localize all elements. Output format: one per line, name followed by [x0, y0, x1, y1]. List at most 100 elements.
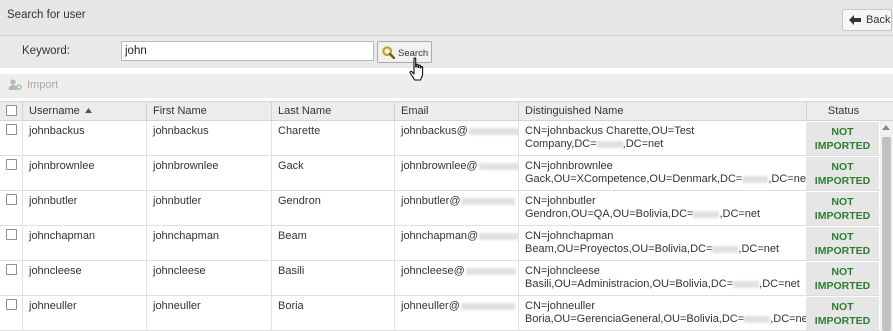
dn-line-2: Beam,OU=Proyectos,OU=Bolivia,DC= ,DC=net: [525, 243, 806, 255]
last-name-cell: Beam: [271, 226, 394, 261]
column-header-label: Username: [29, 105, 80, 117]
status-badge: NOT IMPORTED: [806, 227, 879, 260]
dn-line-2: Basili,OU=Administracion,OU=Bolivia,DC=,…: [525, 278, 806, 290]
distinguished-name-cell: CN=johnbutler Gendron,OU=QA,OU=Bolivia,D…: [518, 191, 806, 226]
status-line-2: IMPORTED: [814, 139, 871, 152]
username-cell: johneuller: [22, 296, 146, 331]
email-cell: johnbutler@: [394, 191, 518, 226]
dn-line-2-start: Beam,OU=Proyectos,OU=Bolivia,DC=: [525, 243, 713, 255]
search-button-label: Search: [398, 47, 429, 59]
scroll-up-arrow-icon[interactable]: [882, 125, 890, 130]
email-cell: johnbackus@: [394, 121, 518, 156]
dn-line-2-start: Gendron,OU=QA,OU=Bolivia,DC=: [525, 208, 694, 220]
row-checkbox[interactable]: [6, 299, 17, 310]
username-cell: johnbutler: [22, 191, 146, 226]
status-badge: NOT IMPORTED: [806, 192, 879, 225]
select-all-checkbox[interactable]: [6, 105, 17, 116]
column-header-email[interactable]: Email: [394, 102, 518, 121]
column-header-username[interactable]: Username: [22, 102, 146, 121]
dn-line-2: Gendron,OU=QA,OU=Bolivia,DC= ,DC=net: [525, 208, 806, 220]
redacted-domain: [744, 315, 771, 323]
redacted-domain: [465, 267, 516, 275]
row-checkbox[interactable]: [6, 264, 17, 275]
table-row[interactable]: johnchapman johnchapman Beam johnchapman…: [0, 226, 880, 261]
users-import-icon: [8, 79, 22, 90]
redacted-domain: [596, 140, 623, 148]
status-badge: NOT IMPORTED: [806, 157, 879, 190]
email-text: johneuller@: [401, 300, 460, 312]
distinguished-name-cell: CN=johnbackus Charette,OU=Test Company,D…: [518, 121, 806, 156]
row-checkbox[interactable]: [6, 124, 17, 135]
dn-line-2-start: Company,DC=: [525, 138, 597, 150]
dn-line-2-start: Gack,OU=XCompetence,OU=Denmark,DC=: [525, 173, 743, 185]
column-header-first-name[interactable]: First Name: [146, 102, 271, 121]
redacted-domain: [479, 232, 518, 240]
column-header-distinguished-name[interactable]: Distinguished Name: [518, 102, 806, 121]
status-line-2: IMPORTED: [814, 244, 871, 257]
email-text: johnbutler@: [401, 195, 461, 207]
keyword-input[interactable]: [121, 41, 374, 61]
back-button[interactable]: Back: [842, 9, 892, 31]
dn-line-2: Boria,OU=GerenciaGeneral,OU=Bolivia,DC=,…: [525, 313, 806, 325]
username-cell: johnbackus: [22, 121, 146, 156]
redacted-domain: [460, 302, 515, 310]
status-badge: NOT IMPORTED: [806, 297, 879, 330]
username-cell: johncleese: [22, 261, 146, 296]
dn-line-1: CN=johnbrownlee: [525, 160, 613, 172]
first-name-cell: johncleese: [146, 261, 271, 296]
redacted-domain: [461, 197, 516, 205]
status-line-1: NOT: [831, 195, 854, 208]
title-bar: Search for user Back: [0, 0, 893, 36]
column-header-status[interactable]: Status: [806, 102, 880, 121]
status-badge: NOT IMPORTED: [806, 122, 879, 155]
import-toolbar: Import: [0, 74, 893, 98]
status-line-1: NOT: [831, 160, 854, 173]
column-header-last-name[interactable]: Last Name: [271, 102, 394, 121]
dn-line-1: CN=johncleese: [525, 265, 600, 277]
table-body: johnbackus johnbackus Charette johnbacku…: [0, 121, 880, 331]
dn-line-2-end: ,DC=net: [622, 138, 664, 150]
first-name-cell: johnchapman: [146, 226, 271, 261]
dn-line-1: CN=johneuller: [525, 300, 596, 312]
table-row[interactable]: johnbackus johnbackus Charette johnbacku…: [0, 121, 880, 156]
last-name-cell: Gendron: [271, 191, 394, 226]
redacted-domain: [733, 280, 760, 288]
email-cell: johnchapman@: [394, 226, 518, 261]
row-checkbox[interactable]: [6, 194, 17, 205]
table-row[interactable]: johnbutler johnbutler Gendron johnbutler…: [0, 191, 880, 226]
status-line-1: NOT: [831, 300, 854, 313]
keyword-label: Keyword:: [22, 45, 70, 57]
back-button-label: Back: [866, 14, 891, 26]
status-line-1: NOT: [831, 230, 854, 243]
status-line-2: IMPORTED: [814, 279, 871, 292]
dn-line-2: Company,DC= ,DC=net: [525, 138, 806, 150]
dn-line-2-end: ,DC=net: [770, 313, 806, 325]
redacted-domain: [712, 245, 739, 253]
email-cell: johncleese@: [394, 261, 518, 296]
distinguished-name-cell: CN=johneuller Boria,OU=GerenciaGeneral,O…: [518, 296, 806, 331]
table-row[interactable]: johnbrownlee johnbrownlee Gack johnbrown…: [0, 156, 880, 191]
first-name-cell: johneuller: [146, 296, 271, 331]
page-title: Search for user: [7, 9, 86, 21]
email-cell: johnbrownlee@: [394, 156, 518, 191]
table-row[interactable]: johneuller johneuller Boria johneuller@ …: [0, 296, 880, 331]
table-row[interactable]: johncleese johncleese Basili johncleese@…: [0, 261, 880, 296]
import-button[interactable]: Import: [8, 79, 58, 91]
search-button[interactable]: Search: [377, 41, 432, 63]
users-table: Username First Name Last Name Email Dist…: [0, 101, 893, 331]
last-name-cell: Basili: [271, 261, 394, 296]
username-cell: johnchapman: [22, 226, 146, 261]
sort-ascending-icon: [84, 108, 92, 113]
row-checkbox[interactable]: [6, 229, 17, 240]
first-name-cell: johnbutler: [146, 191, 271, 226]
dn-line-1: CN=johnbutler: [525, 195, 596, 207]
dn-line-2-end: ,DC=net: [738, 243, 780, 255]
scrollbar-thumb[interactable]: [882, 137, 891, 331]
dn-line-1: CN=johnbackus Charette,OU=Test: [525, 125, 695, 137]
status-line-2: IMPORTED: [814, 174, 871, 187]
status-line-2: IMPORTED: [814, 209, 871, 222]
row-checkbox[interactable]: [6, 159, 17, 170]
email-text: johnbackus@: [401, 125, 468, 137]
dn-line-2-start: Boria,OU=GerenciaGeneral,OU=Bolivia,DC=: [525, 313, 745, 325]
email-cell: johneuller@: [394, 296, 518, 331]
